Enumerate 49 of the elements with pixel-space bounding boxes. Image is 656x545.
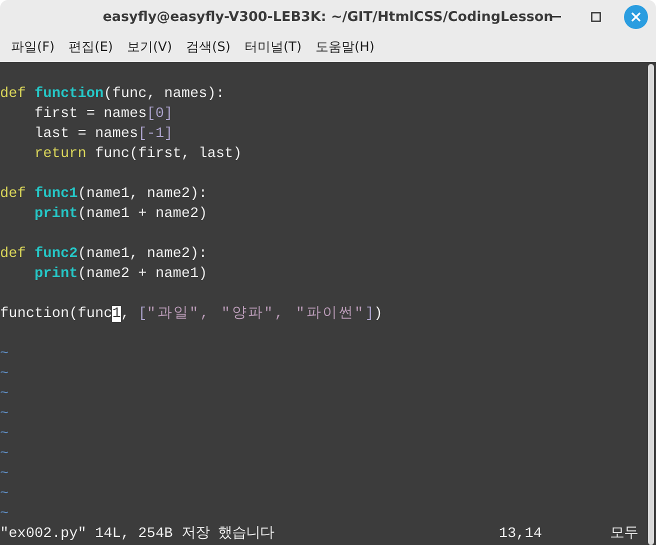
menu-item[interactable]: 보기(V) (120, 38, 180, 58)
code-text: (func, names): (104, 86, 225, 102)
keyword-text: def (0, 86, 26, 102)
empty-line-marker: ~ (0, 446, 9, 462)
string-text: "과일", "양파", "파이썬" (146, 306, 366, 322)
menu-item[interactable]: 도움말(H) (308, 38, 382, 58)
bracket-text: ] (365, 306, 374, 322)
keyword-text: def (0, 246, 26, 262)
code-text: , (120, 306, 131, 322)
empty-line-marker: ~ (0, 486, 9, 502)
menu-item[interactable]: 파일(F) (4, 38, 62, 58)
bracket-text: [0] (146, 106, 173, 122)
text-cursor: 1 (112, 306, 121, 322)
code-text: (name1 + name2) (78, 206, 208, 222)
cursor-position: 13,14 (498, 525, 542, 544)
minimize-icon[interactable] (551, 16, 561, 18)
empty-line-marker: ~ (0, 426, 9, 442)
bracket-text: [ (138, 306, 147, 322)
empty-line-marker: ~ (0, 466, 9, 482)
window-title: easyfly@easyfly-V300-LEB3K: ~/GIT/HtmlCSS/CodingLesson (102, 8, 554, 27)
function-name-text: print (34, 206, 78, 222)
empty-line-marker: ~ (0, 406, 9, 422)
function-name-text: print (34, 266, 78, 282)
function-name-text: function (34, 86, 104, 102)
code-text: first = names (34, 106, 147, 122)
scroll-position: 모두 (610, 525, 638, 544)
menu-item[interactable]: 터미널(T) (237, 38, 309, 58)
keyword-text: def (0, 186, 26, 202)
code-text: last = names (34, 126, 138, 142)
menu-item[interactable]: 편집(E) (62, 38, 120, 58)
code-text: func(first, last) (94, 146, 242, 162)
status-message: "ex002.py" 14L, 254B 저장 했습니다 (0, 525, 276, 544)
empty-line-marker: ~ (0, 386, 9, 402)
function-name-text: func2 (34, 246, 78, 262)
code-text: (name1, name2): (78, 246, 208, 262)
empty-line-marker: ~ (0, 506, 9, 522)
keyword-text: return (34, 146, 86, 162)
bracket-text: [-1] (138, 126, 173, 142)
empty-line-marker: ~ (0, 346, 9, 362)
code-text: (name1, name2): (78, 186, 208, 202)
code-text: function(func (0, 306, 112, 322)
function-name-text: func1 (34, 186, 78, 202)
code-text: ) (374, 306, 382, 322)
close-button[interactable] (624, 5, 648, 29)
empty-line-marker: ~ (0, 366, 9, 382)
menu-item[interactable]: 검색(S) (179, 38, 238, 58)
maximize-icon[interactable] (591, 12, 601, 22)
scrollbar-thumb[interactable] (648, 64, 654, 545)
code-text: (name2 + name1) (78, 266, 208, 282)
